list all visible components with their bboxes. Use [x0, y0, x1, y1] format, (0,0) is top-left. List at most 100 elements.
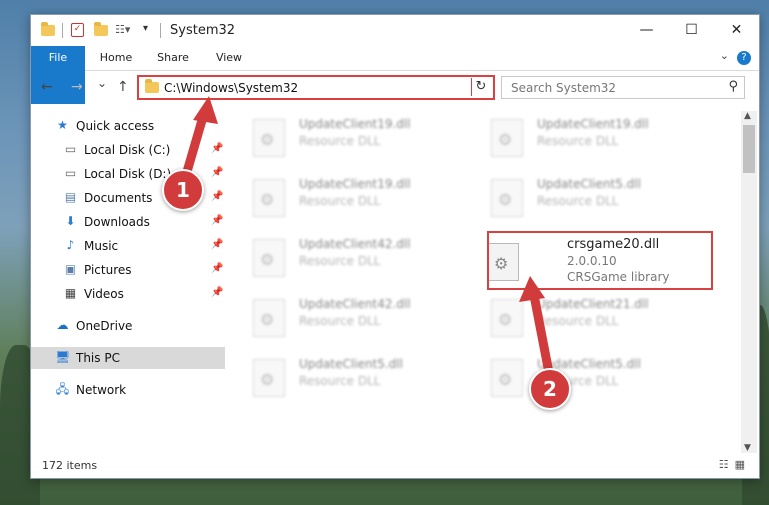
- cloud-icon: ☁: [56, 318, 69, 332]
- sidebar-item-videos[interactable]: ▦ Videos 📌: [31, 283, 225, 305]
- pin-icon[interactable]: 📌: [211, 239, 223, 250]
- download-icon: ⬇: [65, 214, 76, 228]
- ribbon-tabs: File Home Share View ⌄ ?: [31, 46, 759, 104]
- sidebar-item-label: Downloads: [84, 215, 150, 229]
- sidebar-item-label: Local Disk (D:): [84, 167, 172, 181]
- minimize-button[interactable]: —: [624, 15, 669, 46]
- sidebar-item-label: Local Disk (C:): [84, 143, 171, 157]
- step-2-callout: 2: [529, 368, 571, 410]
- videos-icon: ▦: [64, 286, 77, 300]
- view-toggle-icons[interactable]: ☷▦: [719, 458, 751, 471]
- forward-button[interactable]: →: [71, 79, 83, 95]
- item-count: 172 items: [42, 459, 98, 472]
- sidebar-item-onedrive[interactable]: ☁ OneDrive: [31, 315, 225, 337]
- file-explorer-window: ✓ ☷▾ ▾ System32 — ☐ ✕ File Home Share Vi…: [30, 14, 760, 479]
- drive-icon: ▭: [64, 142, 77, 156]
- file-name: UpdateClient19.dll: [537, 117, 649, 131]
- tab-share[interactable]: Share: [149, 46, 197, 70]
- divider: [62, 23, 63, 38]
- dll-file-icon: ⚙: [253, 299, 285, 337]
- documents-icon: ▤: [64, 190, 77, 204]
- pin-icon[interactable]: 📌: [211, 167, 223, 178]
- view-options-icon[interactable]: ☷▾: [115, 23, 130, 37]
- sidebar-item-label: OneDrive: [76, 319, 133, 333]
- file-name: UpdateClient5.dll: [299, 357, 403, 371]
- file-item[interactable]: ⚙ UpdateClient5.dll Resource DLL: [227, 355, 447, 413]
- file-name: UpdateClient42.dll: [299, 297, 411, 311]
- folder-icon: [41, 22, 55, 36]
- file-name: UpdateClient19.dll: [299, 117, 411, 131]
- file-name: UpdateClient42.dll: [299, 237, 411, 251]
- pin-icon[interactable]: 📌: [211, 143, 223, 154]
- dll-file-icon: ⚙: [491, 359, 523, 397]
- tab-view[interactable]: View: [207, 46, 251, 70]
- tab-home[interactable]: Home: [93, 46, 139, 70]
- file-item[interactable]: ⚙ UpdateClient19.dll Resource DLL: [227, 175, 447, 233]
- refresh-button[interactable]: ↻: [471, 78, 490, 96]
- pin-icon[interactable]: 📌: [211, 263, 223, 274]
- window-title: System32: [170, 23, 236, 38]
- file-item[interactable]: ⚙ UpdateClient19.dll Resource DLL: [465, 115, 685, 173]
- sidebar-item-pictures[interactable]: ▣ Pictures 📌: [31, 259, 225, 281]
- pin-icon[interactable]: 📌: [211, 215, 223, 226]
- file-type: Resource DLL: [299, 374, 381, 388]
- up-button[interactable]: ↑: [117, 79, 129, 95]
- file-item[interactable]: ⚙ UpdateClient5.dll Resource DLL: [465, 175, 685, 233]
- expand-ribbon-icon[interactable]: ⌄: [720, 49, 729, 62]
- music-icon: ♪: [66, 238, 75, 252]
- address-path[interactable]: C:\Windows\System32: [164, 81, 298, 95]
- sidebar-item-label: Pictures: [84, 263, 132, 277]
- title-bar: ✓ ☷▾ ▾ System32 — ☐ ✕: [31, 15, 759, 46]
- search-icon[interactable]: ⚲: [728, 79, 738, 94]
- file-item[interactable]: ⚙ UpdateClient42.dll Resource DLL: [227, 235, 447, 293]
- network-icon: 🖧: [55, 382, 70, 396]
- file-item[interactable]: ⚙ UpdateClient5.dll Resource DLL: [465, 355, 685, 413]
- new-folder-icon[interactable]: [94, 22, 108, 36]
- file-item[interactable]: ⚙ UpdateClient42.dll Resource DLL: [227, 295, 447, 353]
- file-type: Resource DLL: [299, 134, 381, 148]
- sidebar-item-label: Quick access: [76, 119, 155, 133]
- maximize-button[interactable]: ☐: [669, 15, 714, 46]
- customize-toolbar-icon[interactable]: ▾: [143, 23, 157, 37]
- dll-file-icon: ⚙: [253, 359, 285, 397]
- file-type: Resource DLL: [299, 254, 381, 268]
- dll-file-icon: ⚙: [491, 119, 523, 157]
- back-button[interactable]: ←: [41, 79, 53, 95]
- dll-file-icon: ⚙: [253, 239, 285, 277]
- file-type: Resource DLL: [299, 314, 381, 328]
- sidebar-item-quick-access[interactable]: ★ Quick access: [31, 115, 225, 137]
- properties-icon[interactable]: ✓: [71, 23, 84, 37]
- close-button[interactable]: ✕: [714, 15, 759, 46]
- step-1-callout: 1: [162, 169, 204, 211]
- navigation-bar: ← → ⌄ ↑ C:\Windows\System32 ⌄ ↻ Search S…: [31, 71, 759, 107]
- sidebar-item-local-disk-c[interactable]: ▭ Local Disk (C:) 📌: [31, 139, 225, 161]
- file-type: Resource DLL: [299, 194, 381, 208]
- sidebar-item-label: Music: [84, 239, 119, 253]
- scrollbar-thumb[interactable]: [743, 125, 755, 173]
- navigation-pane: ★ Quick access ▭ Local Disk (C:) 📌 ▭ Loc…: [31, 111, 225, 451]
- vertical-scrollbar[interactable]: ▲ ▼: [741, 111, 757, 453]
- sidebar-item-label: This PC: [76, 351, 120, 365]
- star-icon: ★: [57, 118, 68, 132]
- sidebar-item-label: Videos: [84, 287, 124, 301]
- pin-icon[interactable]: 📌: [211, 191, 223, 202]
- scroll-up-icon[interactable]: ▲: [744, 111, 751, 121]
- pin-icon[interactable]: 📌: [211, 287, 223, 298]
- search-input[interactable]: Search System32: [511, 81, 616, 95]
- highlight-box: [487, 231, 713, 290]
- search-box[interactable]: Search System32 ⚲: [501, 76, 745, 99]
- sidebar-item-music[interactable]: ♪ Music 📌: [31, 235, 225, 257]
- sidebar-item-network[interactable]: 🖧 Network: [31, 379, 225, 401]
- file-item[interactable]: ⚙ UpdateClient21.dll Resource DLL: [465, 295, 685, 353]
- pictures-icon: ▣: [64, 262, 77, 276]
- help-button[interactable]: ?: [737, 51, 751, 65]
- recent-locations-button[interactable]: ⌄: [97, 76, 107, 90]
- file-item[interactable]: ⚙ UpdateClient19.dll Resource DLL: [227, 115, 447, 173]
- file-type: Resource DLL: [537, 134, 619, 148]
- dll-file-icon: ⚙: [253, 119, 285, 157]
- scroll-down-icon[interactable]: ▼: [744, 443, 751, 453]
- address-bar[interactable]: C:\Windows\System32 ⌄: [137, 75, 495, 100]
- sidebar-item-downloads[interactable]: ⬇ Downloads 📌: [31, 211, 225, 233]
- sidebar-item-this-pc[interactable]: 🖥 This PC: [31, 347, 225, 369]
- dll-file-icon: ⚙: [491, 179, 523, 217]
